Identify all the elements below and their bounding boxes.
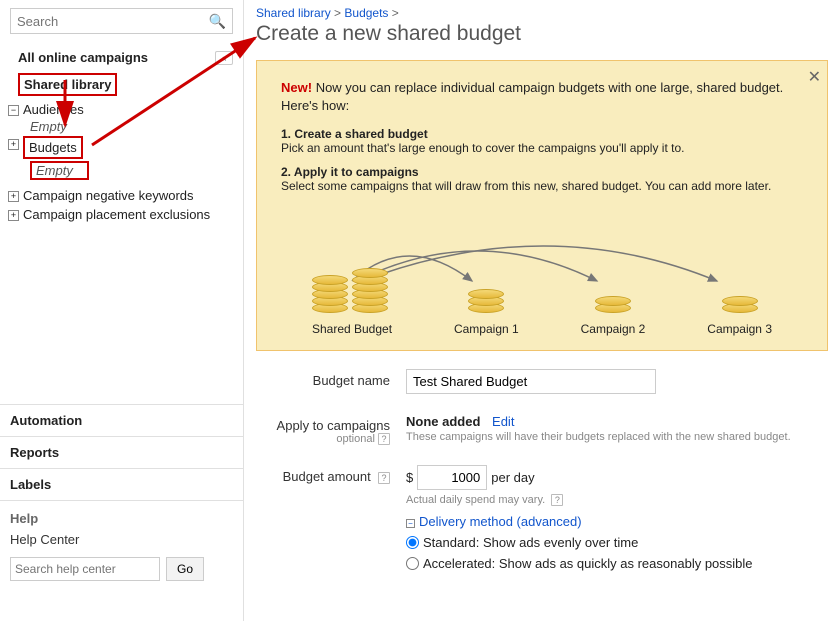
search-box[interactable]: 🔍 (10, 8, 233, 34)
search-icon: 🔍 (209, 13, 226, 30)
apply-none: None added (406, 414, 480, 429)
help-icon[interactable]: ? (378, 433, 390, 445)
coins-label-c3: Campaign 3 (707, 322, 772, 336)
notice-step2-title: 2. Apply it to campaigns (281, 165, 803, 179)
close-icon[interactable]: ✕ (808, 67, 821, 87)
audiences-empty: Empty (0, 119, 243, 134)
main-content: Shared library > Budgets > Create a new … (256, 0, 840, 591)
tree-label: Audiences (23, 102, 233, 117)
budget-name-label: Budget name (256, 369, 406, 394)
apply-edit-link[interactable]: Edit (492, 414, 514, 429)
sidebar: 🔍 All online campaigns « Shared library … (0, 0, 244, 621)
coins-c2-icon (595, 273, 631, 313)
notice-box: ✕ New! Now you can replace individual ca… (256, 60, 828, 351)
breadcrumb: Shared library > Budgets > (256, 6, 828, 22)
delivery-accel-label: Accelerated: Show ads as quickly as reas… (423, 556, 753, 571)
budgets-label: Budgets (23, 136, 83, 159)
currency-symbol: $ (406, 470, 413, 485)
page-title: Create a new shared budget (256, 22, 828, 46)
nav-all-campaigns-label: All online campaigns (18, 50, 148, 65)
amount-label: Budget amount (283, 469, 371, 484)
coins-c3-icon (722, 273, 758, 313)
tree-item-audiences[interactable]: − Audiences (0, 100, 243, 119)
sidebar-section-automation[interactable]: Automation (0, 404, 243, 436)
coins-label-c2: Campaign 2 (581, 322, 646, 336)
coins-shared-icon (312, 243, 392, 313)
shared-library-label: Shared library (18, 73, 117, 96)
sidebar-section-reports[interactable]: Reports (0, 436, 243, 468)
per-day-label: per day (491, 470, 534, 485)
breadcrumb-budgets[interactable]: Budgets (344, 6, 388, 20)
amount-hint: Actual daily spend may vary. (406, 494, 545, 506)
expand-icon[interactable]: + (8, 210, 19, 221)
sidebar-section-labels[interactable]: Labels (0, 468, 243, 501)
apply-hint: These campaigns will have their budgets … (406, 431, 828, 443)
tree-label: Campaign placement exclusions (23, 207, 233, 222)
help-heading: Help (10, 511, 233, 526)
delivery-method-toggle[interactable]: −Delivery method (advanced) (406, 514, 828, 529)
notice-step2-body: Select some campaigns that will draw fro… (281, 179, 803, 193)
nav-all-campaigns[interactable]: All online campaigns « (0, 42, 243, 69)
delivery-accel-radio[interactable] (406, 557, 419, 570)
delivery-method-label: Delivery method (advanced) (419, 514, 582, 529)
help-icon[interactable]: ? (551, 494, 563, 506)
tree-item-placement-excl[interactable]: + Campaign placement exclusions (0, 205, 243, 224)
collapse-icon: − (406, 519, 415, 528)
notice-intro: Now you can replace individual campaign … (281, 80, 783, 113)
nav-shared-library[interactable]: Shared library (0, 69, 243, 100)
budget-amount-input[interactable] (417, 465, 487, 490)
search-input[interactable] (17, 14, 209, 29)
expand-icon[interactable]: + (8, 191, 19, 202)
help-go-button[interactable]: Go (166, 557, 204, 581)
budgets-empty: Empty (30, 161, 89, 180)
breadcrumb-shared-library[interactable]: Shared library (256, 6, 331, 20)
help-center-link[interactable]: Help Center (10, 532, 233, 547)
collapse-icon[interactable]: « (215, 51, 233, 65)
help-search-input[interactable] (10, 557, 160, 581)
delivery-standard-label: Standard: Show ads evenly over time (423, 535, 638, 550)
apply-optional: optional (336, 433, 375, 445)
budget-name-input[interactable] (406, 369, 656, 394)
expand-icon[interactable]: + (8, 139, 19, 150)
notice-step1-title: 1. Create a shared budget (281, 127, 803, 141)
tree-item-budgets[interactable]: + Budgets (0, 134, 243, 161)
help-icon[interactable]: ? (378, 472, 390, 484)
tree-item-neg-keywords[interactable]: + Campaign negative keywords (0, 186, 243, 205)
tree-label: Campaign negative keywords (23, 188, 233, 203)
expand-icon[interactable]: − (8, 105, 19, 116)
notice-step1-body: Pick an amount that's large enough to co… (281, 141, 803, 155)
coins-label-c1: Campaign 1 (454, 322, 519, 336)
help-block: Help Help Center Go (0, 501, 243, 591)
coins-label-shared: Shared Budget (312, 322, 392, 336)
delivery-standard-radio[interactable] (406, 536, 419, 549)
new-badge: New! (281, 80, 312, 95)
coins-illustration: Shared Budget Campaign 1 Campaign 2 Camp… (281, 243, 803, 336)
apply-label: Apply to campaigns (277, 418, 390, 433)
coins-c1-icon (468, 273, 504, 313)
